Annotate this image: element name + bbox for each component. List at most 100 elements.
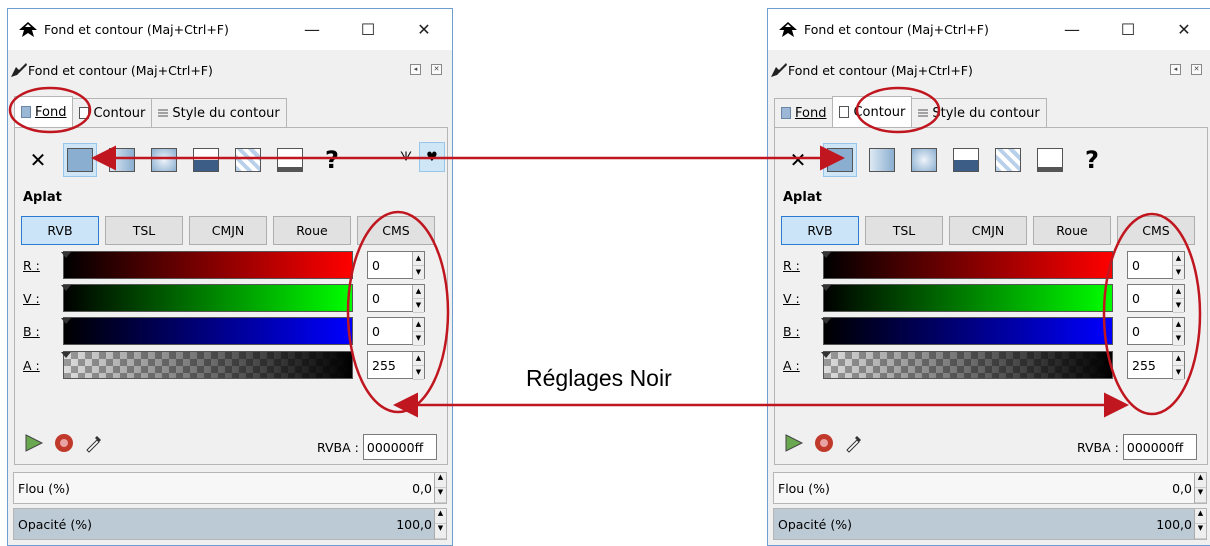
fill-rule-evenodd-button[interactable]: ᗐ [393,142,419,172]
flat-color-button[interactable] [63,143,97,177]
red-spinbox[interactable]: 0 ▲ ▼ [1127,251,1185,280]
slider-letter: V [783,290,792,306]
spin-down-icon[interactable]: ▼ [435,488,446,503]
mesh-gradient-icon [953,148,979,172]
linear-gradient-button[interactable] [865,143,899,177]
no-paint-icon: ✕ [29,148,47,172]
green-spinbox[interactable]: 0 ▲ ▼ [1127,284,1185,313]
alpha-slider[interactable] [61,351,353,379]
spin-up-icon[interactable]: ▲ [1195,509,1206,524]
slider-label: A : [783,357,800,373]
rvba-input[interactable]: 000000ff [1122,434,1197,460]
spin-up-icon[interactable]: ▲ [413,252,424,266]
spin-down-icon[interactable]: ▼ [1173,299,1184,313]
flat-color-button[interactable] [823,143,857,177]
right-inner: ✕ ? Aplat RVB TSL CMJN Roue CMS R : 0 ▲ ▼ … [767,8,1210,546]
blur-value[interactable]: 0,0 [412,481,432,496]
green-slider[interactable] [61,284,353,312]
blue-spinbox[interactable]: 0 ▲ ▼ [367,317,425,346]
mesh-gradient-button[interactable] [189,143,223,177]
mode-rvb-button[interactable]: RVB [781,216,859,245]
pattern-button[interactable] [231,143,265,177]
red-slider[interactable] [61,251,353,279]
slider-letter: A [23,357,32,373]
fill-rule-group: ᗐ ♥ [393,142,445,172]
spin-down-icon[interactable]: ▼ [1195,524,1206,539]
alpha-spinbox[interactable]: 255 ▲ ▼ [1127,351,1185,380]
slider-row-b: B : 0 ▲ ▼ [783,316,1185,346]
spin-down-icon[interactable]: ▼ [1173,332,1184,346]
blue-spinbox[interactable]: 0 ▲ ▼ [1127,317,1185,346]
mode-tsl-button[interactable]: TSL [865,216,943,245]
spin-up-icon[interactable]: ▲ [435,509,446,524]
rvba-label: RVBA [1077,439,1111,455]
mode-cmjn-button[interactable]: CMJN [189,216,267,245]
mode-cms-button[interactable]: CMS [357,216,435,245]
flat-color-icon [67,148,93,172]
mode-roue-button[interactable]: Roue [1033,216,1111,245]
spin-up-icon[interactable]: ▲ [1173,318,1184,332]
spin-up-icon[interactable]: ▲ [1173,252,1184,266]
rvba-input[interactable]: 000000ff [362,434,437,460]
no-paint-button[interactable]: ✕ [781,143,815,177]
spin-up-icon[interactable]: ▲ [435,473,446,488]
opacity-row: Opacité (%) 100,0 ▲ ▼ [773,508,1207,540]
annotation-label: Réglages Noir [526,365,672,391]
color-managed-icon[interactable] [783,432,805,454]
green-slider[interactable] [821,284,1113,312]
blue-slider[interactable] [821,317,1113,345]
eyedropper-icon[interactable] [83,432,105,454]
section-title: Aplat [783,190,822,205]
spin-down-icon[interactable]: ▼ [413,332,424,346]
swatch-button[interactable] [1033,143,1067,177]
spin-down-icon[interactable]: ▼ [435,524,446,539]
blue-slider[interactable] [61,317,353,345]
swatch-button[interactable] [273,143,307,177]
red-spinbox[interactable]: 0 ▲ ▼ [367,251,425,280]
eyedropper-icon[interactable] [843,432,865,454]
spin-down-icon[interactable]: ▼ [1195,488,1206,503]
paint-type-row: ✕ ? [781,140,1117,180]
spin-up-icon[interactable]: ▲ [1195,473,1206,488]
spin-down-icon[interactable]: ▼ [413,266,424,280]
section-title: Aplat [23,190,62,205]
mode-rvb-button[interactable]: RVB [21,216,99,245]
spin-down-icon[interactable]: ▼ [413,299,424,313]
spin-down-icon[interactable]: ▼ [1173,266,1184,280]
mode-roue-button[interactable]: Roue [273,216,351,245]
mode-tsl-button[interactable]: TSL [105,216,183,245]
color-managed-icon[interactable] [23,432,45,454]
opacity-value[interactable]: 100,0 [1156,517,1192,532]
spin-up-icon[interactable]: ▲ [1173,352,1184,366]
blur-value[interactable]: 0,0 [1172,481,1192,496]
out-of-gamut-icon[interactable] [813,432,835,454]
linear-gradient-button[interactable] [105,143,139,177]
spin-down-icon[interactable]: ▼ [1173,366,1184,380]
unset-paint-button[interactable]: ? [315,143,349,177]
mesh-gradient-button[interactable] [949,143,983,177]
spin-up-icon[interactable]: ▲ [413,285,424,299]
spin-value: 0 [372,257,380,273]
fill-rule-nonzero-button[interactable]: ♥ [419,142,445,172]
alpha-spinbox[interactable]: 255 ▲ ▼ [367,351,425,380]
spin-up-icon[interactable]: ▲ [413,352,424,366]
red-slider[interactable] [821,251,1113,279]
slider-letter: B [23,323,32,339]
unset-paint-button[interactable]: ? [1075,143,1109,177]
spin-value: 0 [372,290,380,306]
mode-cmjn-button[interactable]: CMJN [949,216,1027,245]
spin-up-icon[interactable]: ▲ [413,318,424,332]
spin-up-icon[interactable]: ▲ [1173,285,1184,299]
spin-value: 255 [372,357,396,373]
out-of-gamut-icon[interactable] [53,432,75,454]
alpha-slider[interactable] [821,351,1113,379]
radial-gradient-button[interactable] [907,143,941,177]
pattern-button[interactable] [991,143,1025,177]
opacity-value[interactable]: 100,0 [396,517,432,532]
spin-down-icon[interactable]: ▼ [413,366,424,380]
mode-cms-button[interactable]: CMS [1117,216,1195,245]
slider-label: R : [23,257,40,273]
radial-gradient-button[interactable] [147,143,181,177]
green-spinbox[interactable]: 0 ▲ ▼ [367,284,425,313]
no-paint-button[interactable]: ✕ [21,143,55,177]
